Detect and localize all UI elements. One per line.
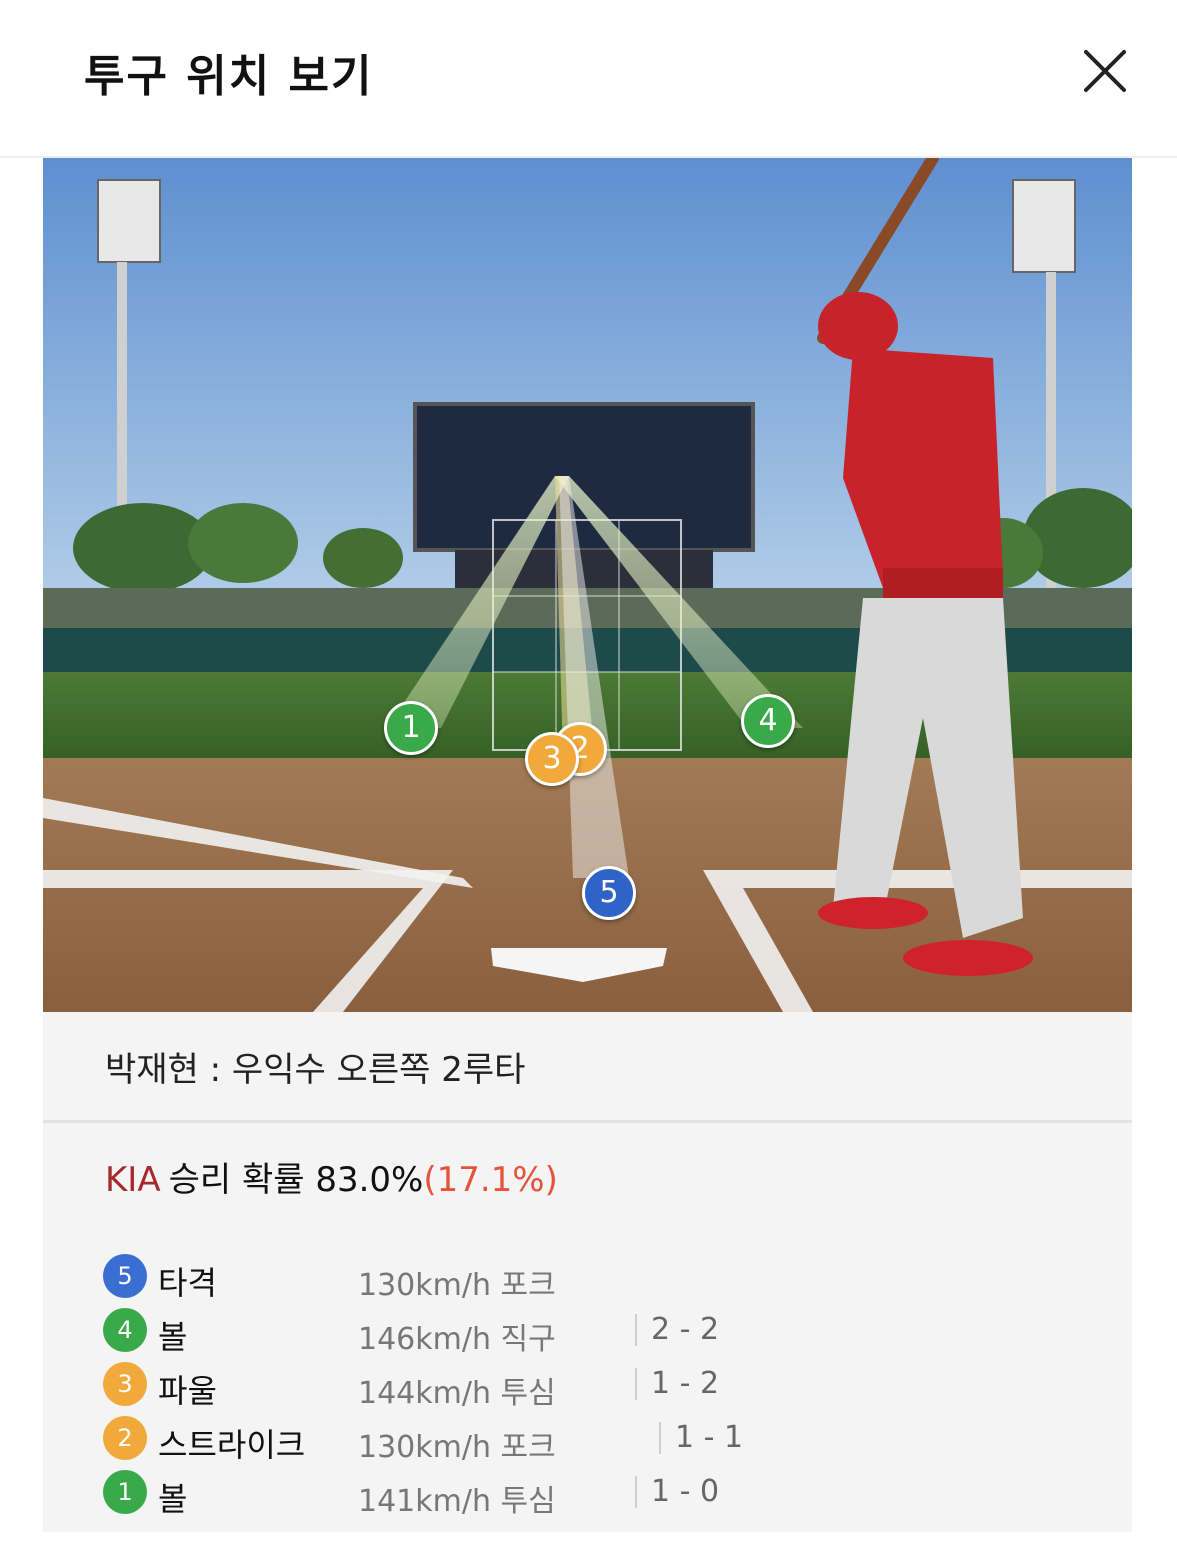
pitch-marker-5[interactable]: 5 <box>582 866 636 920</box>
modal-header: 투구 위치 보기 <box>0 0 1177 158</box>
pitch-marker-3[interactable]: 3 <box>525 732 579 786</box>
pitch-number-badge: 1 <box>103 1470 147 1514</box>
pitch-number-badge: 3 <box>103 1362 147 1406</box>
pitch-row[interactable]: 5 타격 130km/h 포크 <box>103 1250 1083 1304</box>
pitch-info-panel: 박재현 : 우익수 오른쪽 2루타 KIA 승리 확률 83.0%(17.1%) … <box>43 1012 1132 1532</box>
pitch-number-badge: 4 <box>103 1308 147 1352</box>
pitch-list: 5 타격 130km/h 포크 4 볼 146km/h 직구 2 - 2 3 파… <box>103 1250 1083 1520</box>
pitch-speed-type: 141km/h 투심 <box>358 1484 556 1519</box>
pitch-speed-type: 130km/h 포크 <box>358 1268 556 1303</box>
divider <box>43 1120 1132 1123</box>
pitch-result: 파울 <box>158 1372 217 1410</box>
at-bat-result: 박재현 : 우익수 오른쪽 2루타 <box>105 1050 526 1090</box>
pitch-speed-type: 146km/h 직구 <box>358 1322 556 1357</box>
page-title: 투구 위치 보기 <box>84 51 374 102</box>
pitch-number-badge: 2 <box>103 1416 147 1460</box>
pitch-speed-type: 130km/h 포크 <box>358 1430 556 1465</box>
pitch-result: 볼 <box>158 1480 188 1518</box>
win-probability-delta: (17.1%) <box>423 1160 558 1200</box>
ball-strike-count: 1 - 1 <box>659 1422 743 1454</box>
pitch-location-scene: 1 2 3 4 5 <box>43 158 1132 1012</box>
pitch-number-badge: 5 <box>103 1254 147 1298</box>
pitch-row[interactable]: 2 스트라이크 130km/h 포크 1 - 1 <box>103 1412 1083 1466</box>
team-name: KIA <box>105 1160 161 1200</box>
pitch-result: 볼 <box>158 1318 188 1356</box>
win-probability: KIA 승리 확률 83.0%(17.1%) <box>105 1152 558 1201</box>
win-probability-label: 승리 확률 83.0% <box>168 1160 424 1200</box>
pitch-speed-type: 144km/h 투심 <box>358 1376 556 1411</box>
pitch-row[interactable]: 4 볼 146km/h 직구 2 - 2 <box>103 1304 1083 1358</box>
ball-strike-count: 2 - 2 <box>635 1314 719 1346</box>
close-icon <box>1084 50 1126 92</box>
pitch-result: 타격 <box>158 1264 217 1302</box>
pitch-marker-1[interactable]: 1 <box>384 701 438 755</box>
ball-strike-count: 1 - 0 <box>635 1476 719 1508</box>
pitch-result: 스트라이크 <box>158 1426 306 1464</box>
pitch-row[interactable]: 1 볼 141km/h 투심 1 - 0 <box>103 1466 1083 1520</box>
pitch-marker-4[interactable]: 4 <box>741 694 795 748</box>
ball-strike-count: 1 - 2 <box>635 1368 719 1400</box>
pitch-row[interactable]: 3 파울 144km/h 투심 1 - 2 <box>103 1358 1083 1412</box>
close-button[interactable] <box>1078 44 1132 98</box>
